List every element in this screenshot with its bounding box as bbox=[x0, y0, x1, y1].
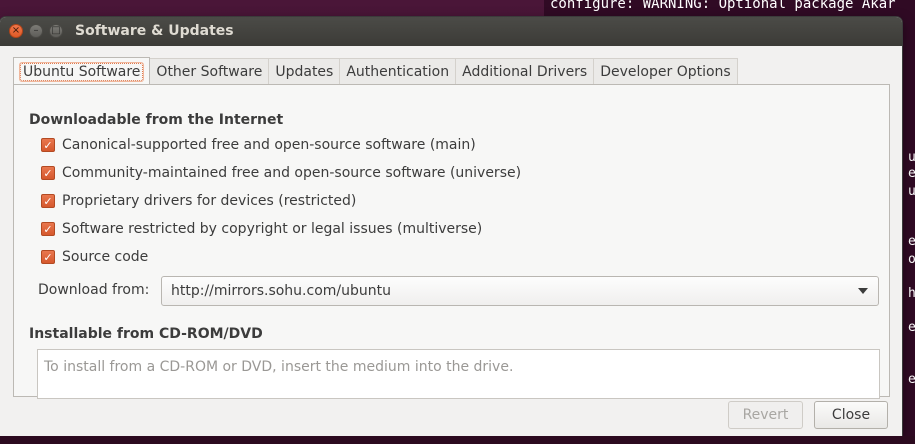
tab-authentication[interactable]: Authentication bbox=[340, 58, 457, 84]
terminal-fragment: us bbox=[908, 150, 915, 165]
window-titlebar[interactable]: × – □ Software & Updates bbox=[0, 17, 902, 46]
tab-ubuntu-software[interactable]: Ubuntu Software bbox=[13, 57, 151, 85]
terminal-fragment: eT bbox=[908, 166, 915, 181]
option-main[interactable]: ✓ Canonical-supported free and open-sour… bbox=[41, 135, 476, 155]
cdrom-placeholder: To install from a CD-ROM or DVD, insert … bbox=[44, 359, 514, 375]
checkbox-checked-icon[interactable]: ✓ bbox=[41, 138, 55, 152]
option-restricted[interactable]: ✓ Proprietary drivers for devices (restr… bbox=[41, 191, 356, 211]
tab-label: Updates bbox=[275, 63, 334, 80]
close-button[interactable]: Close bbox=[814, 401, 888, 429]
option-label: Source code bbox=[62, 249, 149, 265]
internet-section-title: Downloadable from the Internet bbox=[29, 112, 284, 128]
close-window-icon[interactable]: × bbox=[9, 24, 23, 38]
tab-label: Other Software bbox=[156, 63, 263, 80]
tab-bar: Ubuntu Software Other Software Updates A… bbox=[13, 57, 738, 85]
download-from-label: Download from: bbox=[38, 282, 150, 298]
download-server-select[interactable]: http://mirrors.sohu.com/ubuntu bbox=[161, 276, 879, 306]
revert-button[interactable]: Revert bbox=[728, 401, 803, 429]
tab-additional-drivers[interactable]: Additional Drivers bbox=[456, 58, 595, 84]
option-label: Canonical-supported free and open-source… bbox=[62, 137, 476, 153]
desktop-bottom-strip bbox=[0, 436, 915, 444]
dropdown-arrow-icon[interactable] bbox=[858, 288, 868, 294]
terminal-line: configure: WARNING: Optional package Aka… bbox=[550, 0, 896, 12]
tab-panel-ubuntu-software: Downloadable from the Internet ✓ Canonic… bbox=[13, 84, 890, 399]
terminal-fragment: e bbox=[908, 372, 915, 387]
option-universe[interactable]: ✓ Community-maintained free and open-sou… bbox=[41, 163, 521, 183]
software-updates-window: × – □ Software & Updates Ubuntu Software… bbox=[0, 17, 902, 436]
terminal-fragment: e bbox=[908, 320, 915, 335]
tab-other-software[interactable]: Other Software bbox=[150, 58, 270, 84]
cdrom-section-title: Installable from CD-ROM/DVD bbox=[29, 326, 263, 342]
checkbox-checked-icon[interactable]: ✓ bbox=[41, 250, 55, 264]
option-multiverse[interactable]: ✓ Software restricted by copyright or le… bbox=[41, 219, 482, 239]
tab-label: Developer Options bbox=[600, 63, 731, 80]
window-title: Software & Updates bbox=[75, 23, 234, 39]
terminal-fragment: o bbox=[908, 252, 915, 267]
tab-developer-options[interactable]: Developer Options bbox=[594, 58, 738, 84]
terminal-fragment: he bbox=[908, 286, 915, 301]
checkbox-checked-icon[interactable]: ✓ bbox=[41, 194, 55, 208]
option-label: Proprietary drivers for devices (restric… bbox=[62, 193, 357, 209]
terminal-fragment: e/ bbox=[908, 234, 915, 249]
tab-label: Ubuntu Software bbox=[20, 62, 144, 81]
minimize-window-icon[interactable]: – bbox=[29, 24, 43, 38]
maximize-window-icon[interactable]: □ bbox=[49, 24, 63, 38]
option-label: Community-maintained free and open-sourc… bbox=[62, 165, 522, 181]
option-label: Software restricted by copyright or lega… bbox=[62, 221, 483, 237]
checkbox-checked-icon[interactable]: ✓ bbox=[41, 222, 55, 236]
tab-label: Authentication bbox=[346, 63, 450, 80]
tab-label: Additional Drivers bbox=[462, 63, 588, 80]
download-server-value: http://mirrors.sohu.com/ubuntu bbox=[171, 283, 391, 299]
checkbox-checked-icon[interactable]: ✓ bbox=[41, 166, 55, 180]
terminal-fragment: u bbox=[908, 184, 915, 199]
tab-updates[interactable]: Updates bbox=[269, 58, 341, 84]
option-source-code[interactable]: ✓ Source code bbox=[41, 247, 148, 267]
cdrom-list[interactable]: To install from a CD-ROM or DVD, insert … bbox=[37, 349, 880, 399]
